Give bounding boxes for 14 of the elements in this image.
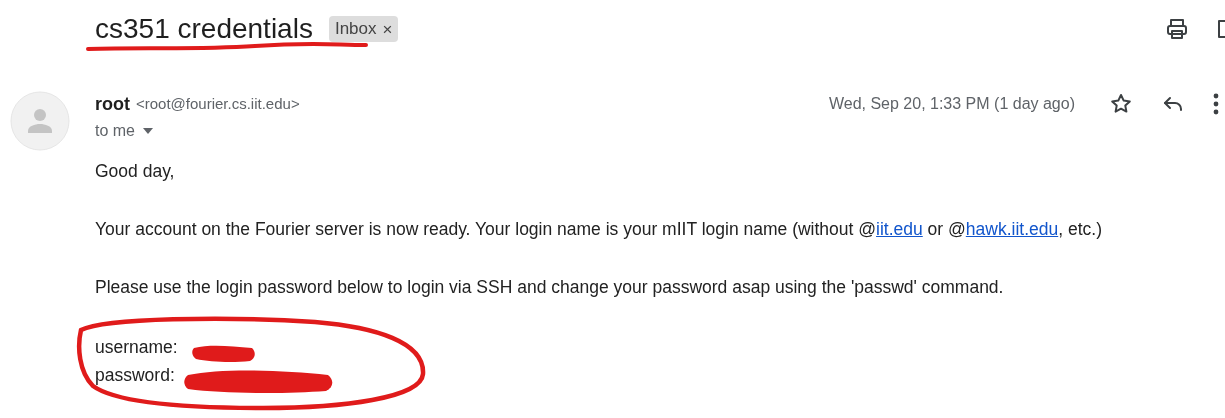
recipient-dropdown[interactable]: to me bbox=[95, 119, 153, 143]
credential-label: password: bbox=[95, 364, 175, 387]
email-link[interactable]: iit.edu bbox=[876, 219, 923, 239]
body-paragraph: Your account on the Fourier server is now ready. Your login name is your mIIT login name (without @iit.edu or @hawk.iit.edu, etc.) bbox=[95, 219, 1103, 239]
sender-name: root bbox=[95, 92, 130, 116]
remove-label-button[interactable]: × bbox=[382, 20, 393, 38]
email-date: Wed, Sep 20, 1:33 PM (1 day ago) bbox=[828, 94, 1075, 114]
sender-email: <root@fourier.cs.iit.edu> bbox=[136, 93, 300, 114]
credential-label: username: bbox=[95, 336, 178, 359]
email-link[interactable]: hawk.iit.edu bbox=[965, 219, 1059, 239]
label-text: Inbox bbox=[334, 18, 377, 41]
body-paragraph: Please use the login password below to login via SSH and change your password asap using the 'passwd' command. bbox=[95, 277, 1005, 297]
body-paragraph: Good day, bbox=[95, 161, 176, 181]
email-subject: cs351 credentials bbox=[95, 15, 313, 43]
